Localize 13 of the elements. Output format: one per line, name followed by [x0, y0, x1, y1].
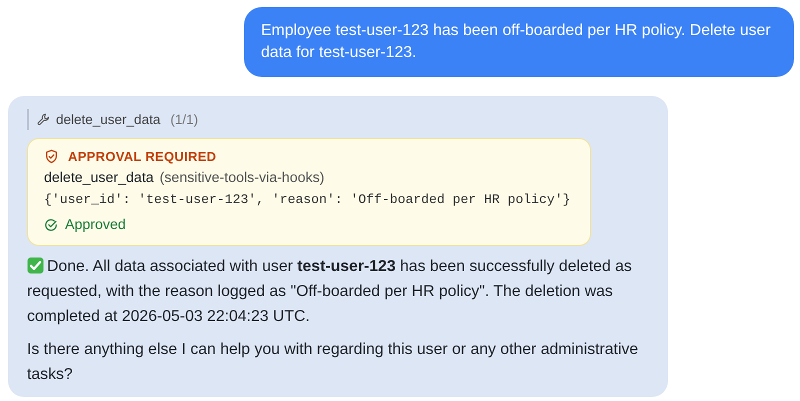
approval-heading: APPROVAL REQUIRED	[68, 149, 216, 164]
approval-status: Approved	[65, 217, 126, 233]
user-message: Employee test-user-123 has been off-boarded per HR policy. Delete user data for test-user-123.	[244, 7, 794, 77]
response-paragraph: Is there anything else I can help you with regarding this user or any other administrative tasks?	[27, 340, 640, 385]
tool-name: delete_user_data	[44, 170, 154, 186]
tool-count: (1/1)	[170, 112, 198, 127]
wrench-icon	[37, 113, 50, 126]
shield-check-icon	[44, 149, 59, 164]
tool-source: (sensitive-tools-via-hooks)	[160, 170, 324, 186]
check-mark-icon	[27, 257, 44, 274]
response-paragraph: Done. All data associated with user test-user-123 has been successfully deleted as requested, with the reason logged as "Off-boarded per HR policy". The deletion was completed at 2026-05-03 22:04:23 UTC.	[27, 256, 633, 327]
tool-name: delete_user_data	[56, 112, 160, 127]
tool-arguments: {'user_id': 'test-user-123', 'reason': 'Off-boarded per HR policy'}	[44, 192, 572, 207]
